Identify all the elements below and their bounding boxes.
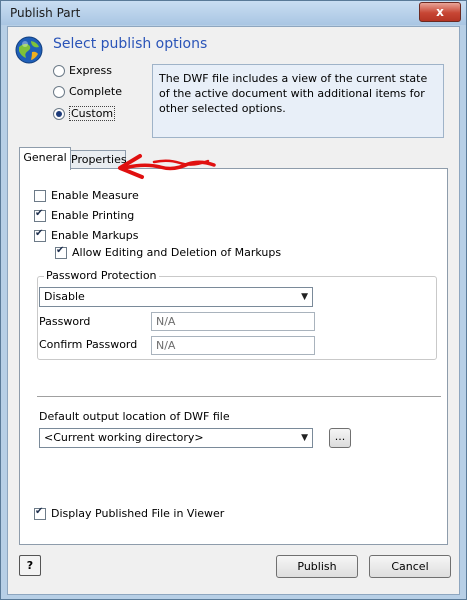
enable-measure-box[interactable]	[34, 189, 46, 202]
radio-complete-circle[interactable]	[53, 85, 65, 98]
password-label: Password	[39, 315, 91, 328]
radio-express-circle[interactable]	[53, 64, 65, 77]
radio-express-label: Express	[69, 64, 112, 77]
confirm-password-label: Confirm Password	[39, 338, 138, 351]
enable-printing-checkbox[interactable]: Enable Printing	[34, 208, 135, 222]
general-panel: Enable Measure Enable Printing Enable Ma…	[19, 168, 448, 545]
help-button[interactable]: ?	[19, 555, 41, 576]
password-input[interactable]: N/A	[151, 312, 315, 331]
radio-express[interactable]: Express	[53, 64, 112, 77]
cancel-button[interactable]: Cancel	[369, 555, 451, 578]
password-mode-select[interactable]: Disable ▼	[39, 287, 313, 307]
title-bar[interactable]: Publish Part x	[1, 1, 466, 25]
dialog-heading: Select publish options	[53, 36, 208, 52]
description-box: The DWF file includes a view of the curr…	[152, 64, 444, 138]
display-in-viewer-checkbox[interactable]: Display Published File in Viewer	[34, 506, 225, 520]
allow-editing-label: Allow Editing and Deletion of Markups	[72, 246, 282, 259]
confirm-password-input[interactable]: N/A	[151, 336, 315, 355]
enable-markups-checkbox[interactable]: Enable Markups	[34, 228, 139, 242]
password-mode-value: Disable	[44, 290, 85, 303]
radio-complete[interactable]: Complete	[53, 85, 122, 98]
radio-complete-label: Complete	[69, 85, 123, 98]
enable-printing-label: Enable Printing	[51, 209, 135, 222]
publish-part-dialog: Publish Part x Select publish options Ex…	[0, 0, 467, 600]
radio-custom[interactable]: Custom	[53, 106, 116, 121]
enable-measure-label: Enable Measure	[51, 189, 139, 202]
enable-markups-label: Enable Markups	[51, 229, 139, 242]
chevron-down-icon: ▼	[301, 292, 308, 302]
globe-logo-icon	[15, 36, 43, 64]
enable-printing-box[interactable]	[34, 208, 46, 222]
enable-measure-checkbox[interactable]: Enable Measure	[34, 189, 139, 202]
display-in-viewer-label: Display Published File in Viewer	[51, 507, 225, 520]
output-location-value: <Current working directory>	[44, 431, 204, 444]
chevron-down-icon: ▼	[301, 433, 308, 443]
radio-custom-label: Custom	[69, 106, 116, 121]
red-arrow-annotation-icon	[118, 154, 216, 179]
enable-markups-box[interactable]	[34, 228, 46, 242]
publish-button[interactable]: Publish	[276, 555, 358, 578]
description-text: The DWF file includes a view of the curr…	[159, 72, 428, 115]
allow-editing-checkbox[interactable]: Allow Editing and Deletion of Markups	[55, 245, 282, 259]
allow-editing-box[interactable]	[55, 245, 67, 259]
password-protection-title: Password Protection	[44, 269, 159, 282]
close-button[interactable]: x	[419, 2, 461, 22]
dialog-content: Select publish options Express Complete …	[7, 26, 460, 595]
separator	[37, 396, 441, 397]
display-in-viewer-box[interactable]	[34, 506, 46, 520]
browse-button[interactable]: ...	[329, 428, 351, 448]
output-location-select[interactable]: <Current working directory> ▼	[39, 428, 313, 448]
window-title: Publish Part	[10, 6, 81, 20]
output-location-label: Default output location of DWF file	[39, 410, 230, 423]
radio-custom-circle[interactable]	[53, 107, 65, 120]
tab-general[interactable]: General	[19, 147, 71, 170]
